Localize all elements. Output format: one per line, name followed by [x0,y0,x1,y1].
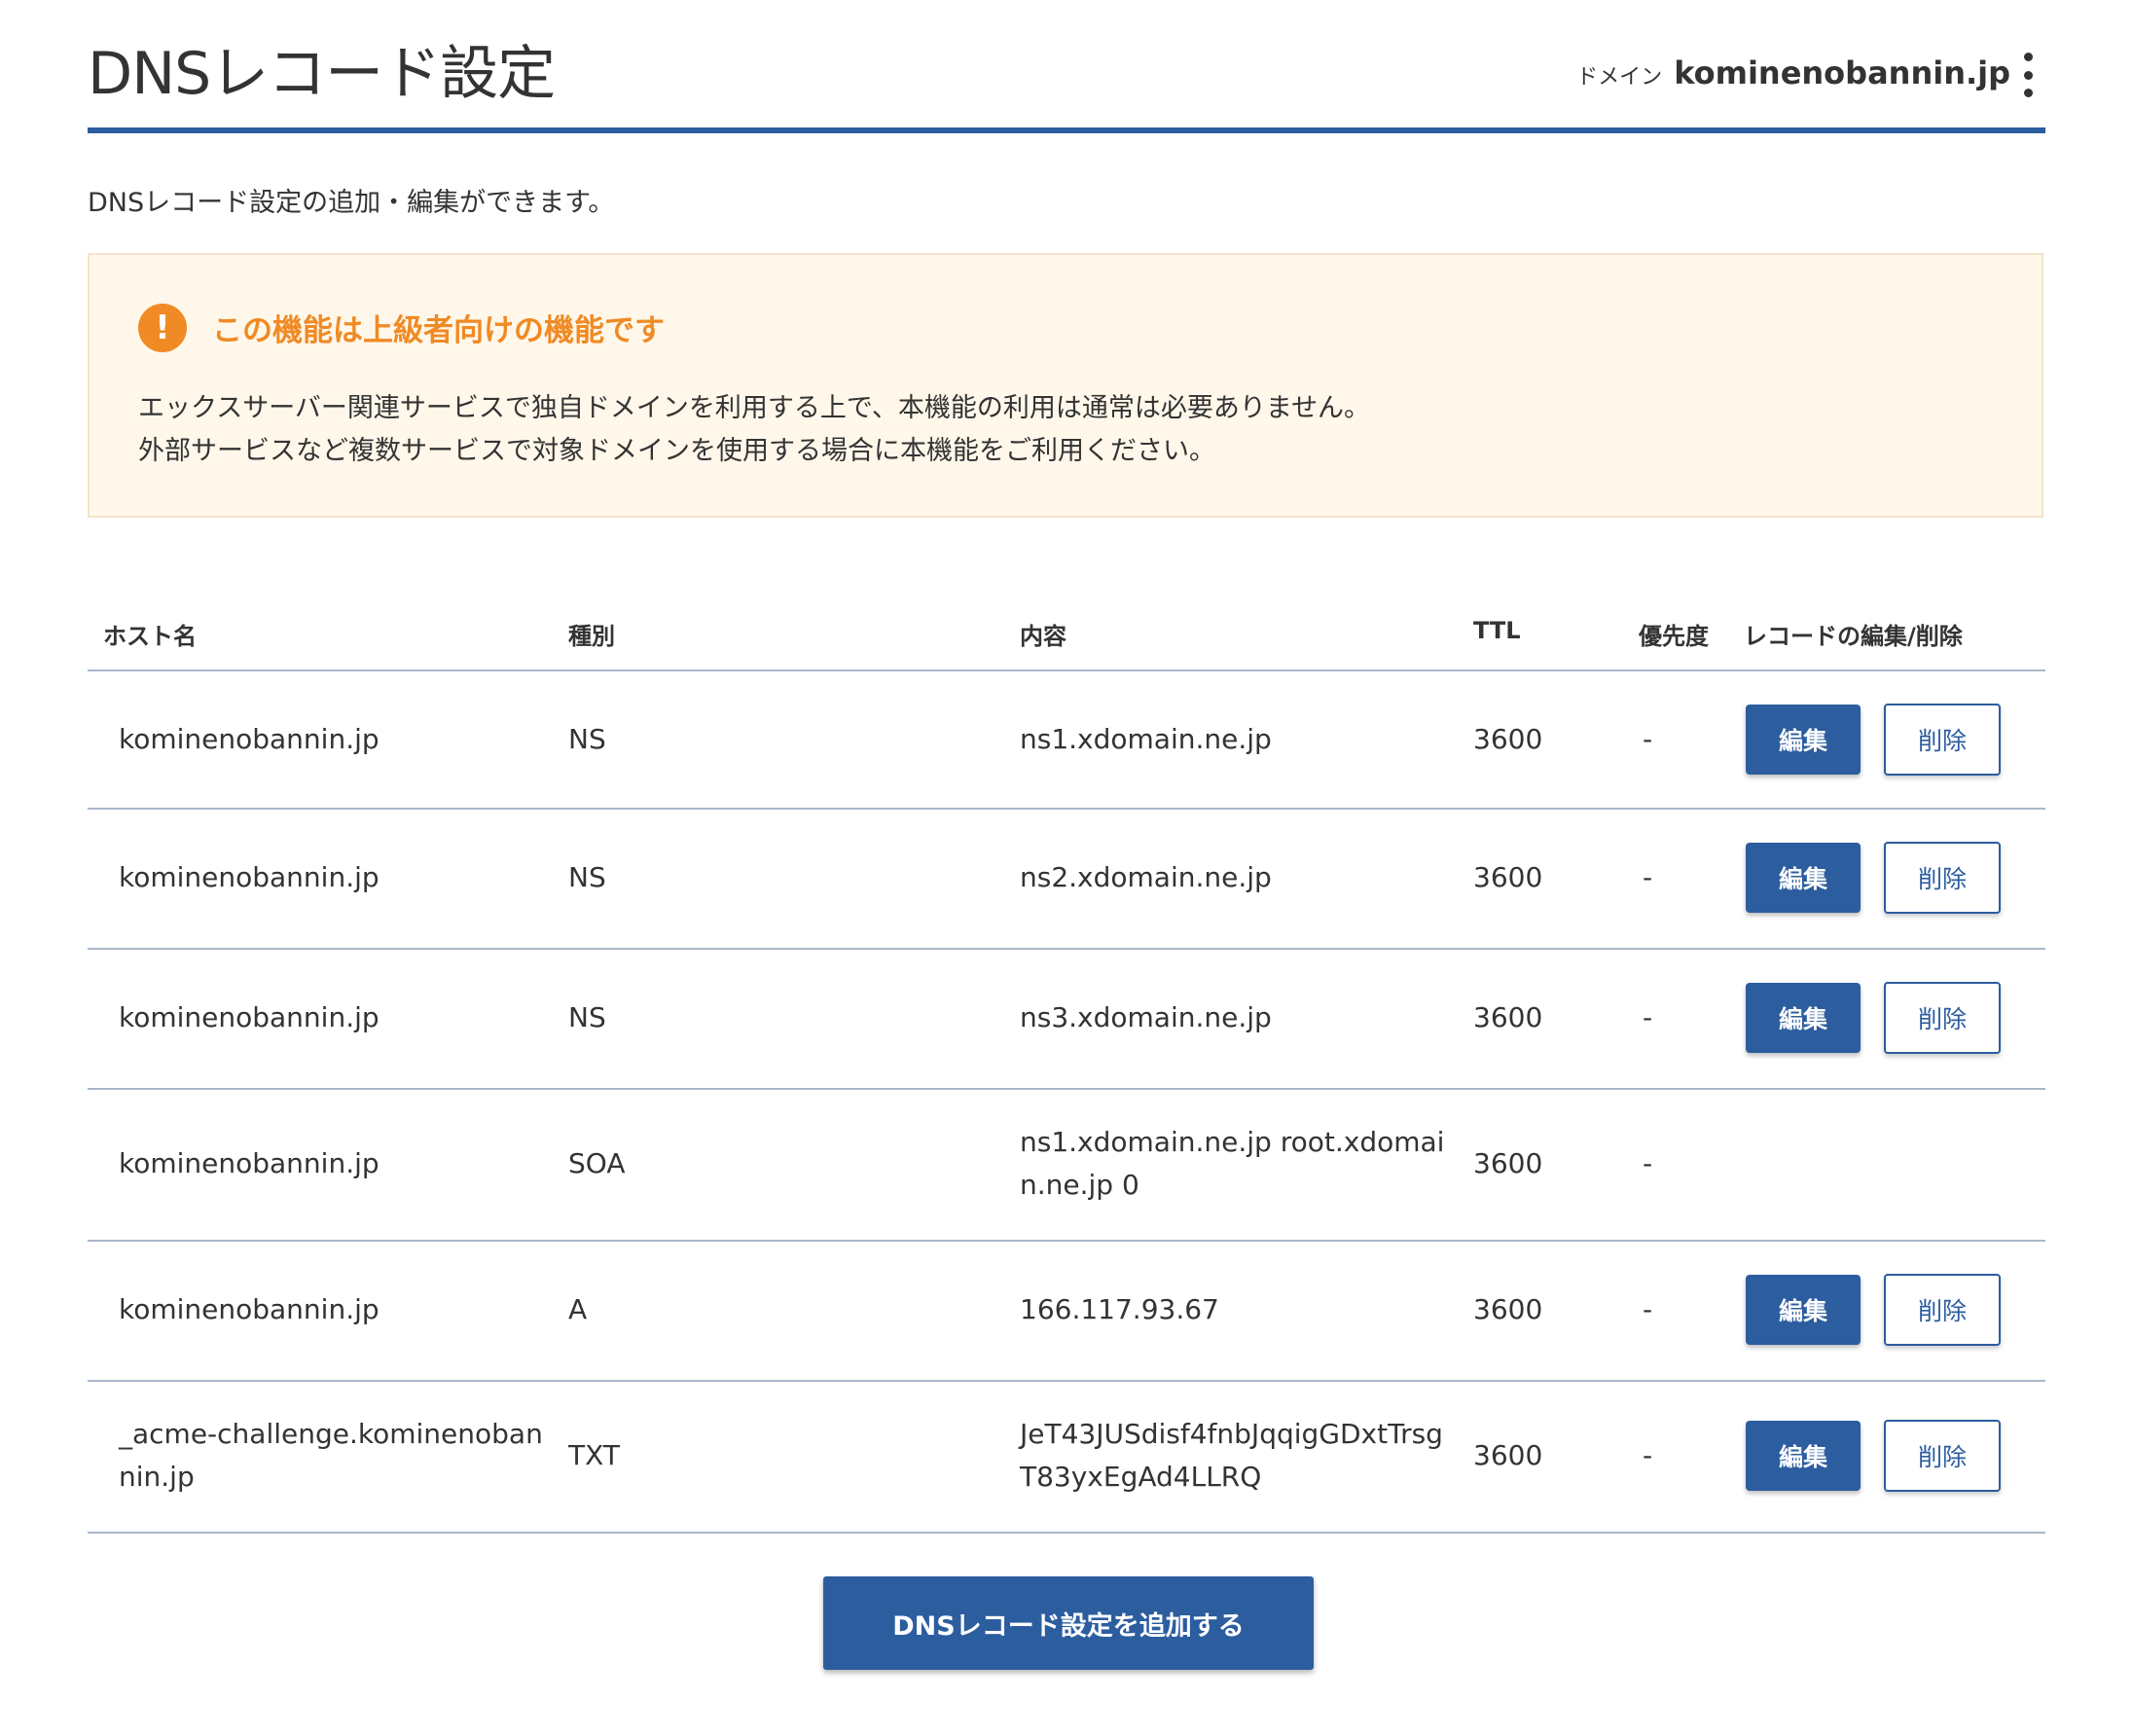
priority-cell: - [1643,723,1653,755]
edit-button[interactable]: 編集 [1746,843,1861,913]
column-header-host: ホスト名 [103,623,197,650]
warning-box: ! この機能は上級者向けの機能です エックスサーバー関連サービスで独自ドメインを… [88,253,2043,518]
content-cell: ns1.xdomain.ne.jp [1020,723,1272,755]
type-cell: A [568,1293,588,1325]
column-header-priority: 優先度 [1639,623,1709,650]
content-cell: ns1.xdomain.ne.jp root.xdomain.ne.jp 0 [1020,1126,1445,1201]
current-domain: ドメイン kominenobannin.jp [1576,54,2010,91]
dns-record-table: ホスト名 種別 内容 TTL 優先度 レコードの編集/削除 kominenoba… [88,603,2045,1534]
table-header: ホスト名 種別 内容 TTL 優先度 レコードの編集/削除 [88,603,2045,671]
dns-settings-page: DNSレコード設定 ドメイン kominenobannin.jp DNSレコード… [0,0,2133,1736]
type-cell: NS [568,1001,606,1033]
priority-cell: - [1643,1293,1653,1325]
type-cell: NS [568,723,606,755]
column-header-content: 内容 [1020,623,1066,650]
delete-button[interactable]: 削除 [1884,982,2001,1054]
content-cell: ns3.xdomain.ne.jp [1020,1001,1272,1033]
ellipsis-dot [2023,70,2033,80]
host-cell: kominenobannin.jp [119,1001,380,1033]
table-row: kominenobannin.jp NS ns2.xdomain.ne.jp 3… [88,810,2045,950]
ellipsis-dot [2023,53,2033,61]
add-dns-record-button[interactable]: DNSレコード設定を追加する [823,1576,1314,1670]
content-cell: JeT43JUSdisf4fnbJqqigGDxtTrsgT83yxEgAd4L… [1020,1418,1443,1493]
priority-cell: - [1643,1439,1653,1471]
edit-button[interactable]: 編集 [1746,983,1861,1053]
column-header-type: 種別 [568,623,615,650]
column-header-ttl: TTL [1473,617,1521,644]
delete-button[interactable]: 削除 [1884,1274,2001,1346]
ellipsis-dot [2023,89,2033,97]
host-cell: kominenobannin.jp [119,723,380,755]
host-cell: _acme-challenge.kominenobannin.jp [119,1418,543,1493]
table-row: kominenobannin.jp SOA ns1.xdomain.ne.jp … [88,1090,2045,1242]
host-cell: kominenobannin.jp [119,861,380,893]
type-cell: SOA [568,1147,626,1179]
host-cell: kominenobannin.jp [119,1147,380,1179]
content-cell: 166.117.93.67 [1020,1293,1219,1325]
page-title: DNSレコード設定 [88,40,556,108]
edit-button[interactable]: 編集 [1746,705,1861,775]
table-row: kominenobannin.jp NS ns3.xdomain.ne.jp 3… [88,950,2045,1090]
type-cell: NS [568,861,606,893]
priority-cell: - [1643,861,1653,893]
ttl-cell: 3600 [1473,723,1543,755]
delete-button[interactable]: 削除 [1884,1420,2001,1492]
domain-name: kominenobannin.jp [1674,54,2010,91]
warning-line: エックスサーバー関連サービスで独自ドメインを利用する上で、本機能の利用は通常は必… [138,393,1371,423]
column-header-actions: レコードの編集/削除 [1744,623,1963,650]
table-row: kominenobannin.jp NS ns1.xdomain.ne.jp 3… [88,671,2045,810]
ttl-cell: 3600 [1473,1293,1543,1325]
ttl-cell: 3600 [1473,1439,1543,1471]
edit-button[interactable]: 編集 [1746,1275,1861,1345]
content-cell: ns2.xdomain.ne.jp [1020,861,1272,893]
host-cell: kominenobannin.jp [119,1293,380,1325]
edit-button[interactable]: 編集 [1746,1421,1861,1491]
ttl-cell: 3600 [1473,1001,1543,1033]
ttl-cell: 3600 [1473,861,1543,893]
vertical-ellipsis-icon[interactable] [2010,53,2045,97]
warning-text: エックスサーバー関連サービスで独自ドメインを利用する上で、本機能の利用は通常は必… [138,387,1370,473]
delete-button[interactable]: 削除 [1884,842,2001,914]
type-cell: TXT [568,1439,620,1471]
table-row: kominenobannin.jp A 166.117.93.67 3600 -… [88,1242,2045,1382]
warning-line: 外部サービスなど複数サービスで対象ドメインを使用する場合に本機能をご利用ください… [138,436,1215,466]
page-description: DNSレコード設定の追加・編集ができます。 [88,188,615,218]
page-header: DNSレコード設定 ドメイン kominenobannin.jp [88,35,2045,133]
priority-cell: - [1643,1001,1653,1033]
domain-prefix-label: ドメイン [1576,65,1663,90]
delete-button[interactable]: 削除 [1884,704,2001,776]
warning-title: この機能は上級者向けの機能です [212,313,665,348]
priority-cell: - [1643,1147,1653,1179]
table-row: _acme-challenge.kominenobannin.jp TXT Je… [88,1382,2045,1534]
exclamation-icon: ! [138,304,187,352]
ttl-cell: 3600 [1473,1147,1543,1179]
